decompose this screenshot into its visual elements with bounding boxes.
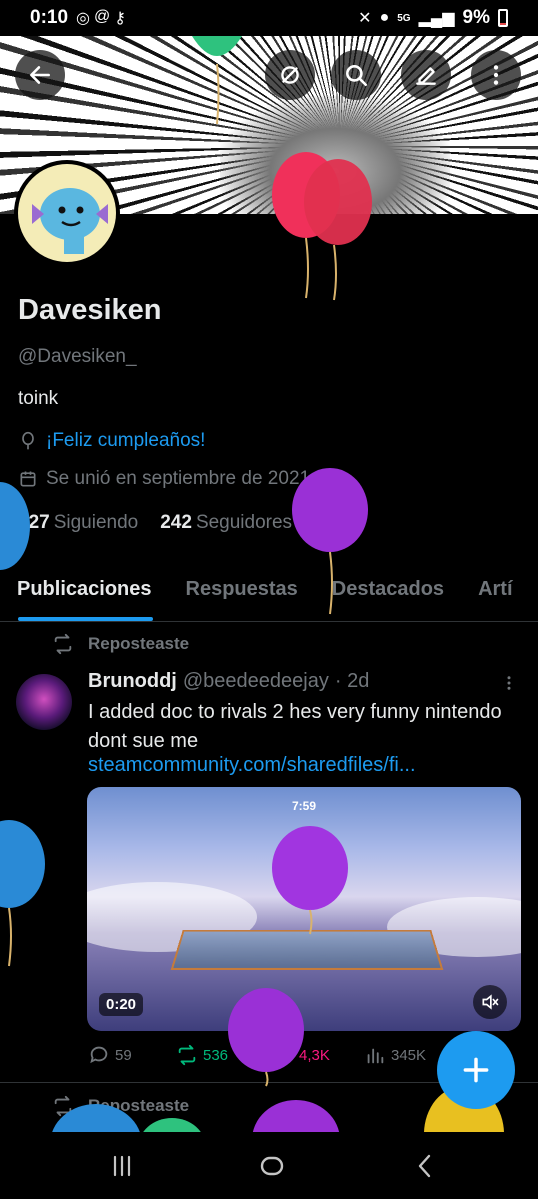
birthday-row: ¡Feliz cumpleaños!	[18, 430, 205, 452]
following-link[interactable]: 527 Siguiendo	[18, 512, 138, 534]
grok-icon	[281, 66, 299, 84]
arrow-left-icon	[30, 66, 50, 84]
back-nav-button[interactable]	[408, 1152, 442, 1180]
edit-button[interactable]	[401, 50, 451, 100]
edit-icon	[416, 67, 436, 85]
video-game-timer: 7:59	[292, 799, 317, 813]
views-count: 345K	[391, 1046, 427, 1064]
video-duration: 0:20	[99, 993, 144, 1016]
post-link[interactable]: steamcommunity.com/sharedfiles/fi...	[88, 754, 416, 777]
search-button[interactable]	[331, 50, 381, 100]
key-icon: ⚷	[114, 10, 126, 27]
balloon-blue	[0, 820, 45, 967]
post-text: I added doc to rivals 2 hes very funny n…	[88, 701, 502, 752]
system-icons: ✕ ● 5G ▂▄▆ 9%	[358, 7, 508, 29]
post-more-button[interactable]	[500, 672, 518, 700]
follow-stats: 527 Siguiendo 242 Seguidores	[18, 512, 292, 534]
recent-apps-icon	[113, 1155, 131, 1177]
tab-articles[interactable]: Artí	[461, 560, 529, 621]
balloon-purple-video	[272, 826, 348, 935]
reply-button[interactable]: 59	[88, 1044, 176, 1066]
home-button[interactable]	[255, 1152, 289, 1180]
reply-icon	[90, 1046, 108, 1064]
grok-button[interactable]	[265, 50, 315, 100]
balloon-purple-low	[228, 988, 304, 1087]
profile-handle: @Davesiken_	[18, 346, 137, 367]
search-icon	[346, 65, 368, 87]
bar-chart-icon	[367, 1048, 384, 1064]
plus-icon	[463, 1057, 489, 1083]
views-button[interactable]: 345K	[364, 1044, 444, 1066]
profile-name: Davesiken	[18, 294, 162, 326]
home-icon	[260, 1156, 284, 1176]
repost-count: 536	[203, 1046, 229, 1064]
balloon-red-pair	[272, 152, 372, 301]
repost-icon	[178, 1044, 196, 1066]
status-bar: 0:10 ◎ @ ⚷ ✕ ● 5G ▂▄▆ 9%	[0, 0, 538, 36]
wooper-icon	[32, 188, 108, 254]
status-time: 0:10	[30, 7, 69, 28]
chevron-left-icon	[418, 1154, 431, 1178]
location-icon: ●	[379, 9, 390, 26]
post-header: Brunoddj @beedeedeejay · 2d	[88, 670, 369, 693]
profile-avatar[interactable]	[14, 160, 120, 266]
more-vertical-icon	[493, 65, 499, 85]
post-time: · 2d	[334, 670, 370, 692]
battery-icon	[498, 9, 508, 27]
avatar-image	[18, 164, 116, 262]
repost-label-text: Reposteaste	[88, 634, 190, 653]
mute-icon: ✕	[358, 10, 372, 27]
post-author-name[interactable]: Brunoddj	[88, 670, 177, 693]
post-author-handle[interactable]: @beedeedeejay	[183, 670, 329, 693]
profile-bio: toink	[18, 388, 59, 409]
mute-button[interactable]	[473, 985, 507, 1019]
system-navigation-bar	[0, 1132, 538, 1199]
notification-icons: ◎ @ ⚷	[76, 8, 126, 28]
balloon-blue-left	[0, 482, 30, 570]
recent-apps-button[interactable]	[105, 1152, 139, 1180]
joined-row: Se unió en septiembre de 2021 ›	[18, 468, 324, 490]
balloon-green	[192, 36, 242, 125]
followers-link[interactable]: 242 Seguidores	[160, 512, 292, 534]
birthday-text[interactable]: ¡Feliz cumpleaños!	[46, 430, 205, 452]
threads-icon: @	[93, 8, 111, 25]
more-vertical-icon	[507, 676, 511, 690]
balloon-purple	[292, 468, 368, 615]
repost-icon	[54, 633, 72, 655]
joined-text: Se unió en septiembre de 2021	[46, 468, 311, 489]
network-label: 5G	[397, 12, 411, 24]
repost-indicator: Reposteaste	[52, 633, 189, 655]
following-label: Siguiendo	[53, 512, 139, 533]
signal-icon: ▂▄▆	[418, 10, 455, 27]
followers-count: 242	[160, 512, 192, 533]
followers-label: Seguidores	[195, 512, 293, 533]
balloon-icon	[22, 431, 34, 450]
post-author-avatar[interactable]	[16, 674, 72, 730]
reply-count: 59	[115, 1046, 132, 1064]
battery-percent: 9%	[462, 7, 490, 28]
speaker-muted-icon	[482, 994, 499, 1010]
whatsapp-icon: ◎	[76, 10, 90, 27]
back-button[interactable]	[15, 50, 65, 100]
compose-button[interactable]	[437, 1031, 515, 1109]
profile-tabs: Publicaciones Respuestas Destacados Artí	[0, 560, 538, 622]
more-button[interactable]	[471, 50, 521, 100]
